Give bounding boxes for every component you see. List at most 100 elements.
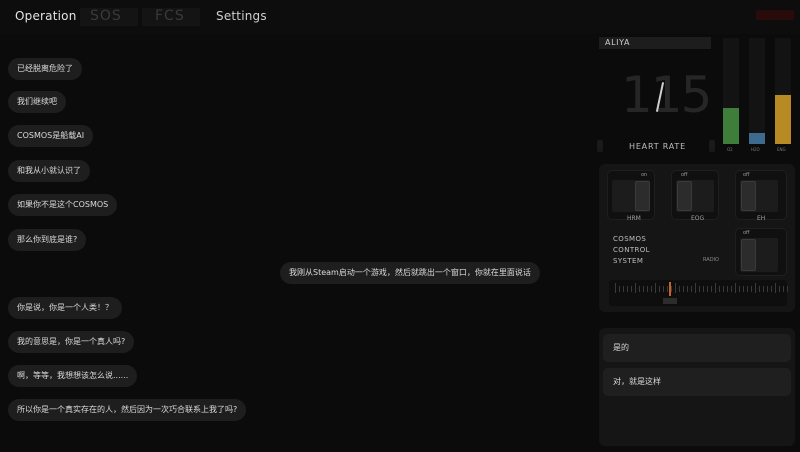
tab-settings[interactable]: Settings bbox=[216, 9, 267, 23]
tuner-tick bbox=[763, 286, 764, 292]
heart-rate-label: HEART RATE bbox=[629, 142, 686, 151]
tuner-tick bbox=[775, 283, 776, 293]
eog-switch-state: off bbox=[681, 172, 688, 178]
tuner-tick bbox=[631, 286, 632, 292]
chat-log[interactable]: 已经脱离危险了 我们继续吧 COSMOS是船载AI 和我从小就认识了 如果你不是… bbox=[0, 34, 592, 452]
system-line: CONTROL bbox=[613, 246, 650, 254]
tuner-tick bbox=[699, 286, 700, 292]
user-message-bubble: 我刚从Steam启动一个游戏，然后就跳出一个窗口，你就在里面说话 bbox=[280, 262, 540, 284]
eh-switch-state: off bbox=[743, 172, 750, 178]
tuner-tick bbox=[647, 286, 648, 292]
tuner-tick bbox=[715, 283, 716, 293]
message-bubble: 那么你到底是谁? bbox=[8, 229, 87, 251]
top-nav: Operation SOS FCS Settings bbox=[0, 0, 800, 34]
tab-fcs[interactable]: FCS bbox=[155, 8, 185, 24]
eng-label: ENG bbox=[777, 147, 786, 152]
tuner-tick bbox=[675, 283, 676, 293]
tuner-tick bbox=[651, 286, 652, 292]
tuner-tick bbox=[615, 283, 616, 293]
message-bubble: 啊，等等，我想想该怎么说...... bbox=[8, 365, 138, 387]
system-title: COSMOS CONTROL SYSTEM bbox=[613, 234, 650, 267]
h2o-label: H2O bbox=[751, 147, 760, 152]
tuner-tick bbox=[663, 286, 664, 292]
reply-option[interactable]: 对，就是这样 bbox=[603, 368, 791, 396]
radio-label: RADIO bbox=[703, 257, 719, 263]
h2o-meter-fill bbox=[749, 133, 765, 144]
message-bubble: 所以你是一个真实存在的人，然后因为一次巧合联系上我了吗? bbox=[8, 399, 247, 421]
radio-tuner[interactable] bbox=[609, 280, 788, 306]
hrm-toggle[interactable] bbox=[635, 181, 650, 211]
heart-rate-value: 115 bbox=[621, 66, 712, 124]
tuner-tick bbox=[695, 283, 696, 293]
status-panel: ALIYA 115 HEART RATE O2 H2O ENG on HRM o… bbox=[593, 34, 800, 452]
reply-option[interactable]: 是的 bbox=[603, 334, 791, 362]
radio-toggle[interactable] bbox=[741, 239, 756, 271]
heart-rate-monitor: 115 bbox=[599, 52, 715, 140]
tuner-slider-handle[interactable] bbox=[663, 298, 677, 304]
tuner-tick bbox=[751, 286, 752, 292]
eng-meter bbox=[775, 38, 791, 144]
message-bubble: 我们继续吧 bbox=[8, 91, 66, 113]
message-bubble: 我的意思是，你是一个真人吗? bbox=[8, 331, 135, 353]
tuner-tick bbox=[667, 286, 668, 292]
tuner-tick bbox=[655, 283, 656, 293]
radio-switch-state: off bbox=[743, 230, 750, 236]
tuner-tick bbox=[643, 286, 644, 292]
tuner-tick bbox=[639, 286, 640, 292]
tuner-tick bbox=[731, 286, 732, 292]
tuner-tick bbox=[771, 286, 772, 292]
tuner-tick bbox=[659, 286, 660, 292]
tuner-tick bbox=[683, 286, 684, 292]
tuner-tick bbox=[735, 283, 736, 293]
tuner-tick bbox=[711, 286, 712, 292]
hrm-switch-state: on bbox=[641, 172, 648, 178]
tuner-tick bbox=[671, 286, 672, 292]
system-line: SYSTEM bbox=[613, 257, 644, 265]
eog-toggle[interactable] bbox=[677, 181, 692, 211]
tuner-tick bbox=[627, 286, 628, 292]
tuner-tick bbox=[747, 286, 748, 292]
tab-sos[interactable]: SOS bbox=[90, 8, 122, 24]
tuner-needle bbox=[669, 282, 671, 296]
eog-switch-label: EOG bbox=[691, 215, 705, 222]
tuner-tick bbox=[623, 286, 624, 292]
tuner-tick bbox=[779, 286, 780, 292]
tuner-tick bbox=[619, 286, 620, 292]
o2-meter-fill bbox=[723, 107, 739, 144]
tuner-tick bbox=[727, 286, 728, 292]
tuner-tick bbox=[635, 283, 636, 293]
system-line: COSMOS bbox=[613, 235, 647, 243]
tuner-tick bbox=[679, 286, 680, 292]
tuner-tick bbox=[691, 286, 692, 292]
tab-operation[interactable]: Operation bbox=[15, 9, 77, 23]
tuner-tick bbox=[703, 286, 704, 292]
heart-rate-knob-left bbox=[597, 140, 603, 152]
tuner-tick bbox=[739, 286, 740, 292]
tuner-tick bbox=[783, 286, 784, 292]
message-bubble: 如果你不是这个COSMOS bbox=[8, 194, 118, 216]
tuner-tick bbox=[743, 286, 744, 292]
heart-rate-knob-right bbox=[709, 140, 715, 152]
message-bubble: 和我从小就认识了 bbox=[8, 160, 90, 182]
message-bubble: COSMOS是船载AI bbox=[8, 125, 94, 147]
tuner-tick bbox=[707, 286, 708, 292]
tuner-tick bbox=[787, 286, 788, 292]
tuner-tick bbox=[719, 286, 720, 292]
eh-toggle[interactable] bbox=[741, 181, 756, 211]
tuner-tick bbox=[767, 286, 768, 292]
message-bubble: 你是说，你是一个人类！？ bbox=[8, 297, 122, 319]
tuner-tick bbox=[759, 286, 760, 292]
message-bubble: 已经脱离危险了 bbox=[8, 58, 82, 80]
alarm-indicator bbox=[756, 10, 794, 20]
control-console: on HRM off EOG off EH COSMOS CONTROL SYS… bbox=[599, 164, 795, 312]
o2-meter bbox=[723, 38, 739, 144]
tuner-tick bbox=[755, 283, 756, 293]
h2o-meter bbox=[749, 38, 765, 144]
character-name: ALIYA bbox=[599, 37, 711, 49]
reply-options: 是的 对，就是这样 bbox=[599, 328, 795, 446]
eh-switch-label: EH bbox=[757, 215, 766, 222]
tuner-tick bbox=[687, 286, 688, 292]
eng-meter-fill bbox=[775, 95, 791, 144]
hrm-switch-label: HRM bbox=[627, 215, 641, 222]
tuner-tick bbox=[723, 286, 724, 292]
